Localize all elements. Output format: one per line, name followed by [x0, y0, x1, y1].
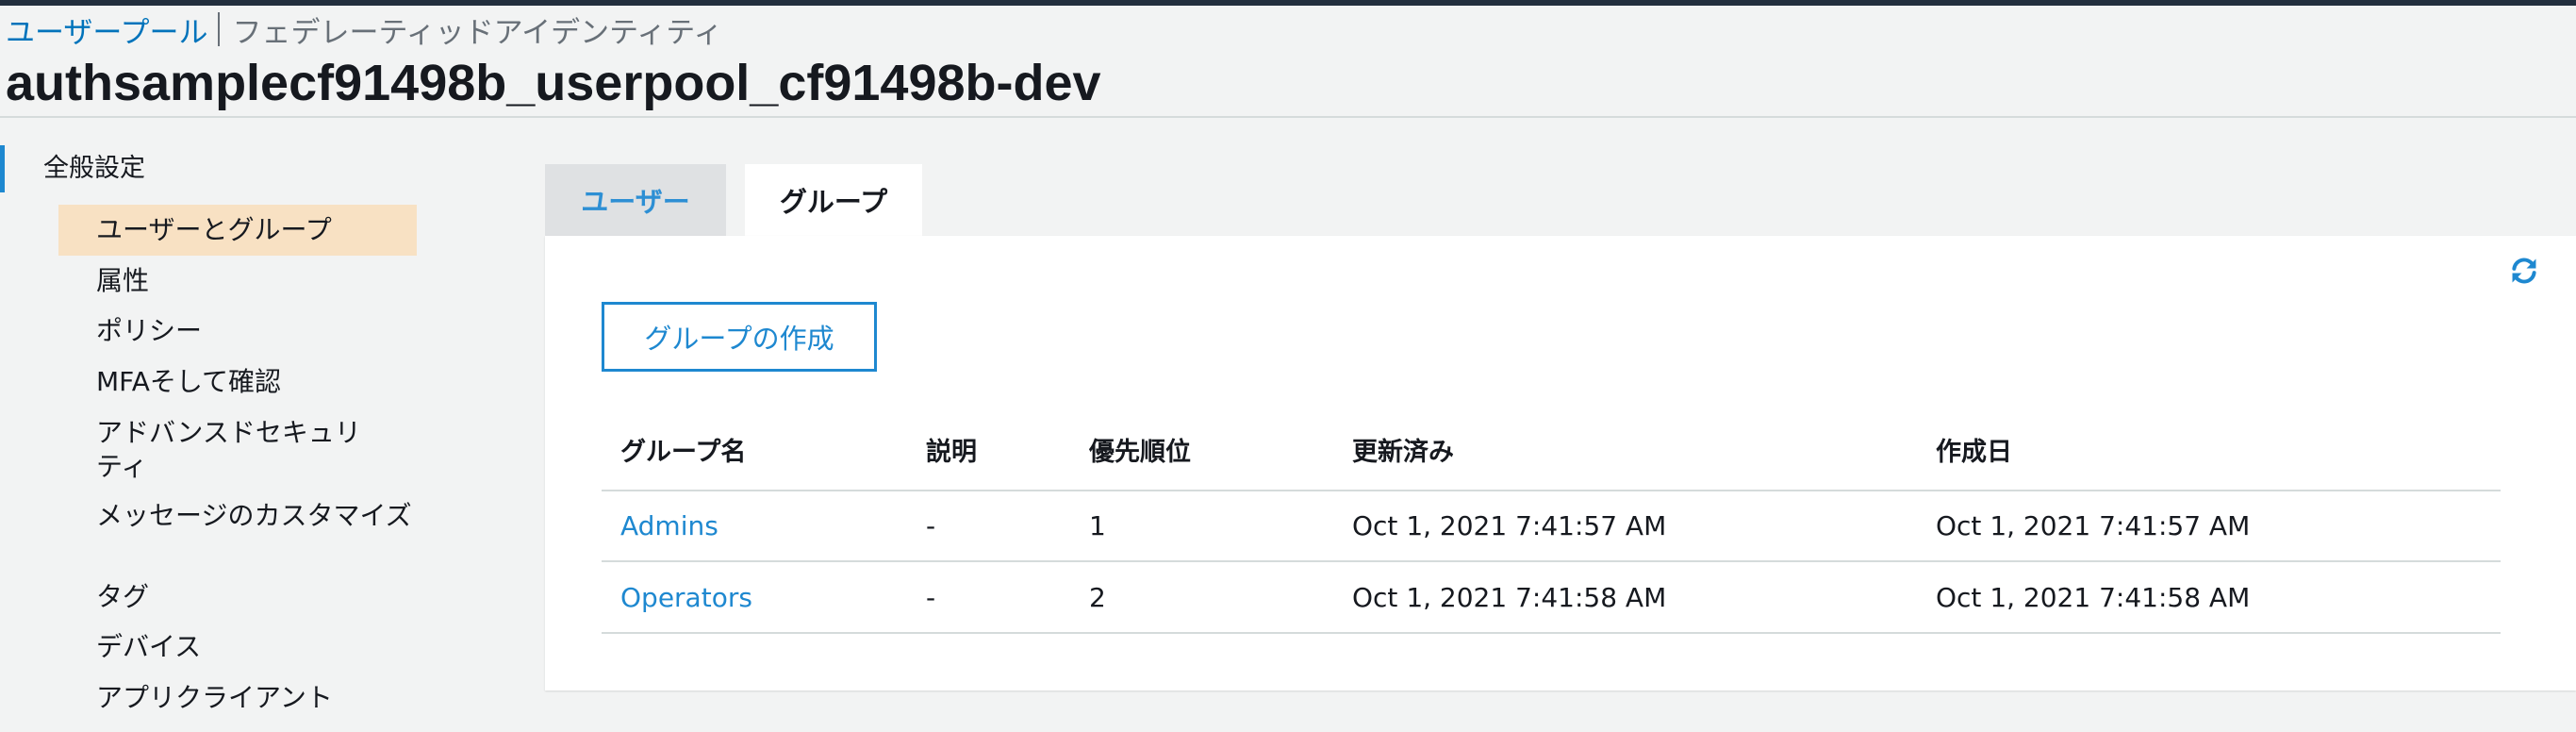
tab-groups[interactable]: グループ — [745, 164, 922, 236]
group-name-link[interactable]: Operators — [620, 579, 752, 617]
column-header-description[interactable]: 説明 — [926, 434, 977, 472]
top-bar — [0, 0, 2576, 6]
tab-users[interactable]: ユーザー — [545, 164, 726, 236]
breadcrumb: ユーザープール フェデレーティッドアイデンティティ — [6, 8, 723, 51]
table-row-divider — [602, 560, 2501, 562]
group-created-date: Oct 1, 2021 7:41:58 AM — [1936, 582, 2251, 613]
group-created-date: Oct 1, 2021 7:41:57 AM — [1936, 510, 2251, 541]
breadcrumb-federated-identities[interactable]: フェデレーティッドアイデンティティ — [233, 8, 723, 51]
sidebar-section-general-settings[interactable]: 全般設定 — [43, 151, 145, 187]
table-header-divider — [602, 490, 2501, 491]
sidebar-item-message-customizations[interactable]: メッセージのカスタマイズ — [96, 499, 417, 533]
group-updated-date: Oct 1, 2021 7:41:57 AM — [1352, 510, 1667, 541]
column-header-group-name[interactable]: グループ名 — [620, 434, 746, 472]
table-bottom-divider — [602, 632, 2501, 634]
sidebar-item-app-clients[interactable]: アプリクライアント — [96, 681, 417, 715]
create-group-button[interactable]: グループの作成 — [602, 302, 877, 372]
breadcrumb-user-pool-link[interactable]: ユーザープール — [6, 8, 208, 51]
group-precedence: 2 — [1089, 582, 1106, 613]
breadcrumb-separator — [217, 12, 220, 46]
column-header-updated[interactable]: 更新済み — [1352, 434, 1454, 472]
page-title: authsamplecf91498b_userpool_cf91498b-dev — [6, 55, 1101, 111]
group-description: - — [926, 510, 936, 541]
column-header-created[interactable]: 作成日 — [1936, 434, 2012, 472]
group-description: - — [926, 582, 936, 613]
group-updated-date: Oct 1, 2021 7:41:58 AM — [1352, 582, 1667, 613]
refresh-icon[interactable] — [2508, 255, 2540, 287]
group-name-link[interactable]: Admins — [620, 507, 718, 545]
sidebar-item-devices[interactable]: デバイス — [96, 630, 417, 664]
sidebar-item-advanced-security[interactable]: アドバンスドセキュリティ — [96, 416, 379, 484]
sidebar-item-attributes[interactable]: 属性 — [96, 264, 417, 298]
group-precedence: 1 — [1089, 510, 1106, 541]
sidebar-active-section-marker — [0, 145, 5, 192]
sidebar-item-policies[interactable]: ポリシー — [96, 314, 417, 348]
sidebar-item-tags[interactable]: タグ — [96, 580, 417, 614]
header-divider — [0, 116, 2576, 118]
sidebar-item-users-and-groups[interactable]: ユーザーとグループ — [96, 213, 417, 247]
sidebar-item-mfa-verification[interactable]: MFAそして確認 — [96, 365, 417, 399]
column-header-precedence[interactable]: 優先順位 — [1089, 434, 1191, 472]
